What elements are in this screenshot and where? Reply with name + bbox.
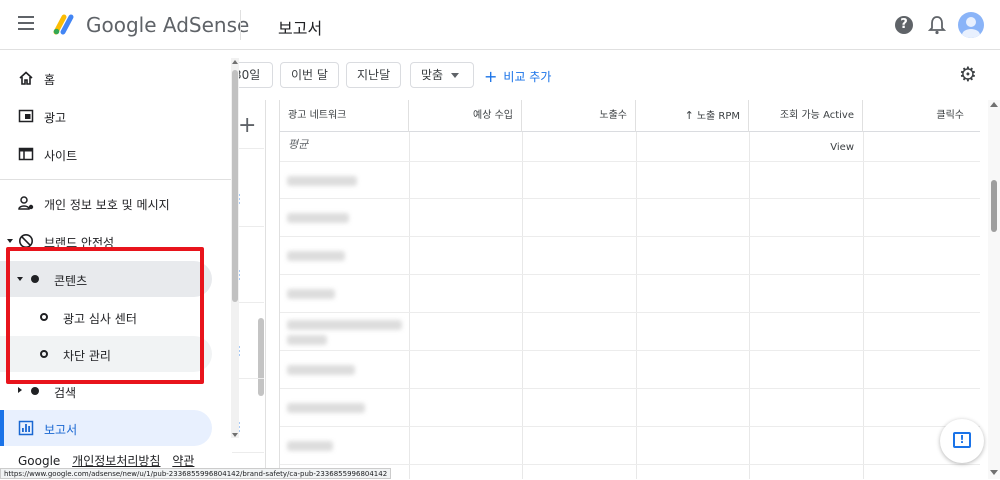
blurred-network-name [287, 365, 355, 375]
home-icon [19, 71, 33, 85]
sidebar-divider [0, 179, 232, 180]
sidebar-item-ads[interactable]: 광고 [0, 98, 212, 134]
date-range-label: 맞춤 [421, 68, 444, 82]
scroll-up-arrow-icon[interactable] [232, 60, 238, 64]
privacy-policy-link[interactable]: 개인정보처리방침 [72, 454, 160, 468]
date-chip-last-month[interactable]: 지난달 [346, 62, 402, 88]
blurred-network-name [287, 335, 327, 345]
add-comparison-label: 비교 추가 [503, 70, 552, 84]
table-scrollbar-track[interactable] [988, 100, 1000, 479]
sidebar-item-privacy-messaging[interactable]: 개인 정보 보호 및 메시지 [0, 185, 212, 221]
average-row-label: 평균 [288, 138, 309, 151]
sort-arrow-up-icon: ↑ [684, 109, 694, 122]
page-title: 보고서 [278, 19, 323, 38]
table-scrollbar-thumb[interactable] [991, 180, 997, 232]
gear-icon[interactable]: ⚙ [959, 64, 979, 84]
account-avatar[interactable] [958, 12, 984, 38]
add-comparison-button[interactable]: + 비교 추가 [484, 67, 551, 86]
sidebar-scrollbar-thumb[interactable] [232, 70, 238, 302]
blurred-network-name [287, 289, 335, 299]
blurred-network-name [287, 251, 345, 261]
active-indicator [0, 410, 4, 446]
sidebar-footer: Google 개인정보처리방침 약관 [18, 452, 194, 469]
column-header-estimated-earnings[interactable]: 예상 수입 [409, 100, 522, 132]
sidebar-item-label: 개인 정보 보호 및 메시지 [44, 198, 170, 212]
strip-divider [265, 100, 266, 479]
sidebar-item-label: 홈 [44, 73, 56, 87]
scroll-down-arrow-icon[interactable] [232, 433, 238, 437]
sites-icon [18, 147, 34, 161]
brand-name: Google AdSense [86, 13, 250, 37]
table-row[interactable] [280, 162, 980, 199]
feedback-button[interactable]: ! [940, 419, 984, 463]
help-icon[interactable]: ? [895, 16, 913, 34]
blurred-network-name [287, 213, 349, 223]
date-chip-this-month[interactable]: 이번 달 [280, 62, 339, 88]
date-range-dropdown[interactable]: 맞춤 [410, 62, 474, 88]
table-row[interactable] [280, 275, 980, 313]
scroll-up-arrow-icon[interactable] [990, 102, 998, 107]
expand-triangle-icon [7, 239, 13, 243]
feedback-icon: ! [953, 432, 971, 448]
scroll-down-arrow-icon[interactable] [990, 470, 998, 475]
column-header-ad-network[interactable]: 광고 네트워크 [280, 100, 409, 132]
ads-icon [18, 109, 34, 123]
footer-google: Google [18, 454, 61, 468]
table-row[interactable] [280, 351, 980, 389]
collapsed-triangle-icon [18, 387, 22, 393]
sidebar-item-sites[interactable]: 사이트 [0, 136, 212, 172]
sidebar-item-label: 사이트 [44, 149, 78, 163]
sidebar-item-label: 광고 [44, 111, 67, 125]
strip-row-line [232, 452, 264, 453]
red-highlight-box [6, 247, 204, 384]
blurred-network-name [287, 176, 357, 186]
column-header-active-view-viewable[interactable]: 조회 가능 Active View [749, 100, 863, 153]
blurred-network-name [287, 441, 333, 451]
table-header: 광고 네트워크 예상 수입 노출수 ↑ 노출 RPM 조회 가능 Active V… [280, 100, 980, 153]
user-avatar-icon [962, 17, 980, 38]
table-row[interactable] [280, 237, 980, 275]
report-table: 광고 네트워크 예상 수입 노출수 ↑ 노출 RPM 조회 가능 Active V… [280, 100, 980, 479]
column-header-impression-rpm[interactable]: ↑ 노출 RPM [636, 100, 749, 132]
top-app-bar: Google AdSense 보고서 ? [0, 0, 1000, 50]
table-row[interactable] [280, 313, 980, 351]
menu-icon[interactable] [18, 16, 34, 30]
strip-scrollbar[interactable] [258, 318, 264, 396]
report-toolbar: 30일 이번 달 지난달 맞춤 + 비교 추가 ⚙ [232, 50, 1000, 100]
sidebar-item-reports[interactable]: 보고서 [0, 410, 212, 446]
column-header-impression-rpm-label: 노출 RPM [696, 111, 740, 122]
sidebar-item-label: 보고서 [44, 423, 78, 437]
chevron-down-icon [451, 73, 460, 78]
reports-icon [18, 420, 34, 436]
column-header-impressions[interactable]: 노출수 [522, 100, 636, 132]
blurred-network-name [287, 403, 365, 413]
blurred-network-name [287, 320, 402, 330]
table-row[interactable] [280, 389, 980, 427]
table-row-average [280, 132, 980, 162]
notifications-bell-icon[interactable] [928, 15, 946, 35]
header-divider [240, 10, 241, 40]
privacy-person-icon [18, 196, 34, 210]
sidebar-item-home[interactable]: 홈 [0, 60, 212, 96]
plus-icon: + [484, 67, 498, 86]
terms-link[interactable]: 약관 [172, 454, 194, 468]
table-row[interactable] [280, 427, 980, 465]
browser-status-url: https://www.google.com/adsense/new/u/1/p… [0, 468, 392, 479]
add-dimension-plus-icon[interactable]: + [238, 113, 256, 138]
table-row[interactable] [280, 199, 980, 237]
sidebar-item-label: 검색 [54, 386, 77, 400]
adsense-logo-icon [53, 14, 74, 35]
filled-dot-icon [31, 387, 39, 395]
column-header-clicks[interactable]: 클릭수 [863, 100, 972, 132]
